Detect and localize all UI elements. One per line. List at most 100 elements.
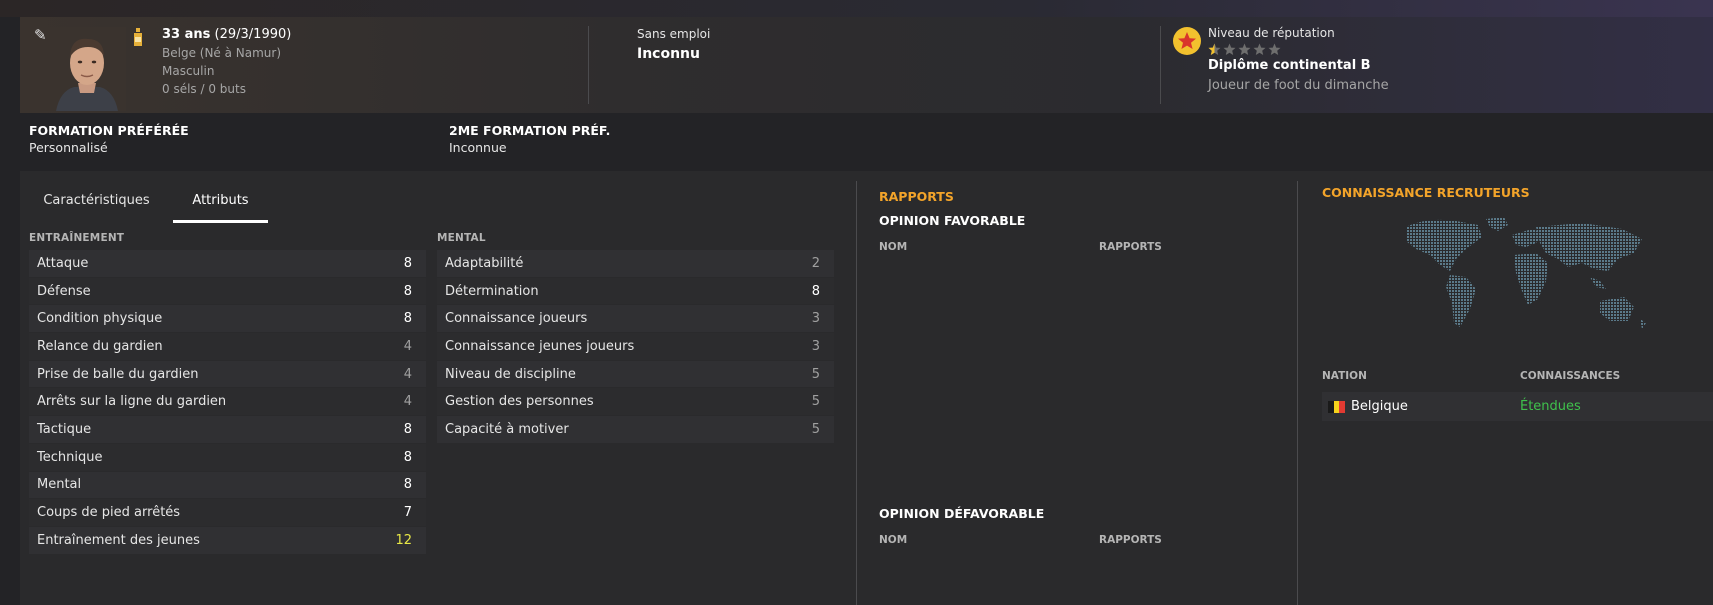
profile-header: ✎ 33 ans (29/3/1990) Belge (Né à Namur) … bbox=[20, 17, 1713, 113]
attribute-value: 4 bbox=[403, 366, 412, 382]
reputation-info: Niveau de réputation Diplôme continental… bbox=[1208, 25, 1389, 95]
reputation-stars bbox=[1208, 42, 1389, 56]
employment-info: Sans emploi Inconnu bbox=[637, 26, 710, 65]
world-map bbox=[1406, 217, 1646, 329]
attribute-row[interactable]: Gestion des personnes 5 bbox=[437, 388, 834, 417]
edit-pencil-icon[interactable]: ✎ bbox=[34, 26, 47, 44]
attribute-value: 8 bbox=[403, 255, 412, 271]
star-half-icon bbox=[1208, 43, 1221, 55]
unfavorable-col-name[interactable]: NOM bbox=[879, 534, 907, 546]
attribute-row[interactable]: Connaissance joueurs 3 bbox=[437, 305, 834, 334]
reports-title: RAPPORTS bbox=[879, 189, 954, 204]
unfavorable-opinion-title: OPINION DÉFAVORABLE bbox=[879, 506, 1045, 521]
star-empty-icon bbox=[1253, 43, 1266, 55]
mental-section-title: MENTAL bbox=[437, 232, 486, 244]
panel-divider bbox=[856, 181, 857, 605]
table-row[interactable]: Belgique Étendues bbox=[1322, 392, 1713, 421]
star-empty-icon bbox=[1268, 43, 1281, 55]
attribute-label: Adaptabilité bbox=[445, 255, 524, 271]
attribute-label: Arrêts sur la ligne du gardien bbox=[37, 394, 227, 410]
scouting-knowledge-title: CONNAISSANCE RECRUTEURS bbox=[1322, 185, 1530, 200]
panel-divider bbox=[1297, 181, 1298, 605]
attribute-label: Coups de pied arrêtés bbox=[37, 505, 181, 521]
training-attributes: Attaque 8 Défense 8 Condition physique 8 Relan… bbox=[29, 250, 426, 555]
favorable-col-name[interactable]: NOM bbox=[879, 241, 907, 253]
personal-info: 33 ans (29/3/1990) Belge (Né à Namur) Ma… bbox=[162, 26, 291, 98]
second-formation-value: Inconnue bbox=[449, 140, 507, 155]
reputation-star-badge-icon bbox=[1173, 27, 1201, 55]
tab-attributes[interactable]: Attributs bbox=[173, 183, 268, 223]
attribute-label: Niveau de discipline bbox=[445, 366, 576, 382]
attribute-value: 5 bbox=[811, 394, 820, 410]
attribute-value: 8 bbox=[403, 421, 412, 437]
attribute-row[interactable]: Connaissance jeunes joueurs 3 bbox=[437, 333, 834, 361]
nation-knowledge: Étendues bbox=[1520, 399, 1581, 414]
mental-attributes: Adaptabilité 2 Détermination 8 Connaissance … bbox=[437, 250, 834, 444]
attribute-row[interactable]: Condition physique 8 bbox=[29, 305, 426, 334]
attribute-row[interactable]: Tactique 8 bbox=[29, 416, 426, 444]
attribute-row[interactable]: Défense 8 bbox=[29, 277, 426, 306]
scouting-col-knowledge[interactable]: CONNAISSANCES bbox=[1520, 370, 1620, 382]
second-formation-title: 2ME FORMATION PRÉF. bbox=[449, 123, 611, 138]
scouting-col-nation[interactable]: NATION bbox=[1322, 370, 1367, 382]
belgium-flag-icon bbox=[1328, 401, 1346, 413]
attribute-row[interactable]: Relance du gardien 4 bbox=[29, 333, 426, 361]
attribute-row[interactable]: Entraînement des jeunes 12 bbox=[29, 526, 426, 555]
attribute-label: Défense bbox=[37, 283, 91, 299]
attribute-value: 8 bbox=[811, 283, 820, 299]
attribute-value: 8 bbox=[403, 477, 412, 493]
attribute-row[interactable]: Adaptabilité 2 bbox=[437, 250, 834, 278]
attribute-label: Gestion des personnes bbox=[445, 394, 594, 410]
attribute-value: 8 bbox=[403, 283, 412, 299]
attribute-label: Capacité à motiver bbox=[445, 421, 569, 437]
attribute-row[interactable]: Capacité à motiver 5 bbox=[437, 416, 834, 444]
attribute-label: Connaissance jeunes joueurs bbox=[445, 338, 635, 354]
attribute-value: 4 bbox=[403, 394, 412, 410]
favorable-col-reports[interactable]: RAPPORTS bbox=[1099, 241, 1162, 253]
attribute-label: Technique bbox=[37, 449, 103, 465]
preferred-formation-value: Personnalisé bbox=[29, 140, 108, 155]
attribute-row[interactable]: Niveau de discipline 5 bbox=[437, 360, 834, 389]
attribute-value: 4 bbox=[403, 338, 412, 354]
preferred-formation-title: FORMATION PRÉFÉRÉE bbox=[29, 123, 189, 138]
attribute-value: 3 bbox=[811, 338, 820, 354]
attribute-row[interactable]: Détermination 8 bbox=[437, 277, 834, 306]
attribute-row[interactable]: Mental 8 bbox=[29, 471, 426, 500]
unfavorable-col-reports[interactable]: RAPPORTS bbox=[1099, 534, 1162, 546]
attribute-row[interactable]: Technique 8 bbox=[29, 443, 426, 472]
attribute-value: 7 bbox=[403, 505, 412, 521]
playing-level: Joueur de foot du dimanche bbox=[1208, 78, 1389, 93]
drink-bottle-icon bbox=[134, 28, 142, 46]
attribute-label: Connaissance joueurs bbox=[445, 311, 588, 327]
attribute-value: 5 bbox=[811, 421, 820, 437]
nation-name: Belgique bbox=[1351, 399, 1408, 414]
attribute-value: 2 bbox=[811, 255, 820, 271]
favorable-opinion-title: OPINION FAVORABLE bbox=[879, 213, 1026, 228]
gender: Masculin bbox=[162, 64, 215, 78]
birth-date: (29/3/1990) bbox=[214, 27, 292, 42]
attribute-row[interactable]: Coups de pied arrêtés 7 bbox=[29, 499, 426, 527]
attribute-label: Tactique bbox=[37, 421, 92, 437]
attribute-label: Attaque bbox=[37, 255, 89, 271]
attribute-label: Mental bbox=[37, 477, 82, 493]
attribute-row[interactable]: Prise de balle du gardien 4 bbox=[29, 360, 426, 389]
age-line: 33 ans (29/3/1990) bbox=[162, 26, 291, 44]
preferred-formation: FORMATION PRÉFÉRÉE Personnalisé bbox=[29, 123, 189, 157]
caps-goals: 0 séls / 0 buts bbox=[162, 82, 246, 96]
tab-characteristics[interactable]: Caractéristiques bbox=[20, 183, 173, 223]
attribute-label: Prise de balle du gardien bbox=[37, 366, 199, 382]
employment-label: Sans emploi bbox=[637, 27, 711, 41]
attribute-value: 5 bbox=[811, 366, 820, 382]
attribute-label: Détermination bbox=[445, 283, 539, 299]
attribute-row[interactable]: Arrêts sur la ligne du gardien 4 bbox=[29, 388, 426, 417]
training-section-title: ENTRAÎNEMENT bbox=[29, 232, 125, 244]
attribute-tabs: Caractéristiques Attributs bbox=[20, 183, 268, 223]
attribute-value: 8 bbox=[403, 449, 412, 465]
employment-value: Inconnu bbox=[637, 46, 700, 62]
age: 33 ans bbox=[162, 27, 211, 42]
attribute-label: Condition physique bbox=[37, 311, 163, 327]
attribute-label: Relance du gardien bbox=[37, 338, 163, 354]
header-divider bbox=[588, 26, 589, 104]
attribute-row[interactable]: Attaque 8 bbox=[29, 250, 426, 278]
coaching-license: Diplôme continental B bbox=[1208, 58, 1371, 73]
